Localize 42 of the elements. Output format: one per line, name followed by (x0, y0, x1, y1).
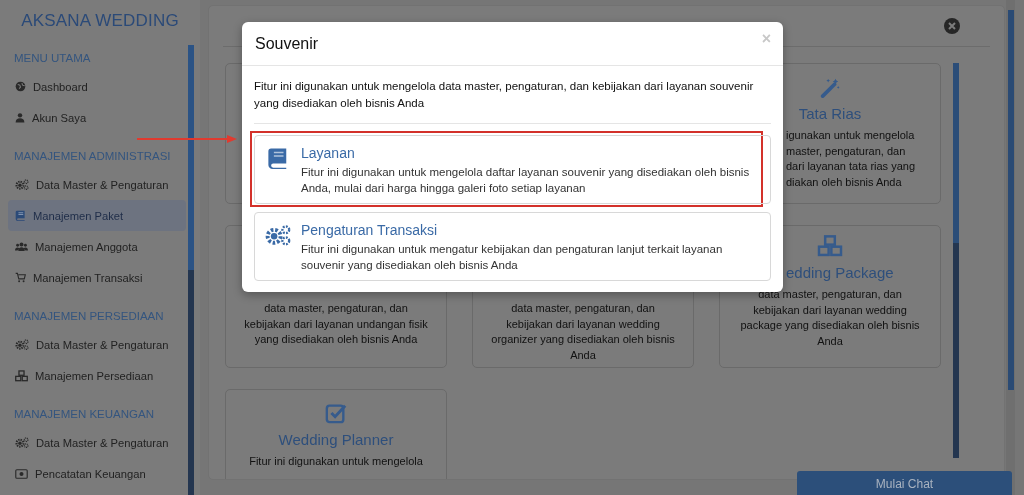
card-description: kebijakan dari layanan wedding (505, 316, 661, 332)
card-description: data master, pengaturan, dan (263, 301, 409, 316)
card-title: Tata Rias (797, 105, 863, 122)
card-description: Anda (816, 333, 844, 349)
feature-card[interactable]: Wedding Planner Fitur ini digunakan untuk mengelola (225, 389, 447, 479)
sidebar-item[interactable]: Data Master & Pengaturan (8, 427, 186, 458)
card-description: Anda (569, 347, 597, 363)
sidebar-item[interactable]: Data Master & Pengaturan (8, 329, 186, 360)
sidebar-item[interactable]: Data Master & Pengaturan (8, 169, 186, 200)
card-description: kebijakan dari layanan undangan fisik (243, 316, 429, 332)
modal-title: Souvenir (255, 34, 319, 53)
brand-title: AKSANA WEDDING (21, 11, 179, 30)
modal-description: Fitur ini digunakan untuk mengelola data master, pengaturan, dan kebijakan dari layanan souvenir yang disediakan oleh bisnis Anda (254, 78, 771, 124)
sidebar-item[interactable]: Pencatatan Keuangan (8, 458, 186, 489)
card-description: master, pengaturan, dan (786, 143, 906, 159)
card-description: data master, pengaturan, dan (510, 301, 656, 316)
sidebar-item[interactable]: Manajemen Persediaan (8, 360, 186, 391)
card-description: yang disediakan oleh bisnis Anda (253, 332, 419, 347)
option-title: Pengaturan Transaksi (301, 222, 439, 238)
option-card[interactable]: Layanan Fitur ini digunakan untuk mengelola daftar layanan souvenir yang disediakan oleh bisnis Anda, mulai dari harga hingga galeri foto setiap layanan (254, 135, 771, 204)
card-description: kebijakan dari layanan wedding (752, 302, 908, 318)
sidebar-item[interactable]: Manajemen Anggota (8, 231, 186, 262)
card-description: Fitur ini digunakan untuk mengelola (248, 454, 424, 469)
section-heading: MANAJEMEN ADMINISTRASI (14, 150, 171, 162)
card-description: dari layanan tata rias yang (786, 159, 916, 174)
sidebar-item[interactable]: Dashboard (8, 71, 186, 102)
section-heading: MANAJEMEN PERSEDIAAN (14, 310, 164, 322)
chat-button[interactable]: Mulai Chat (797, 471, 1012, 495)
section-heading: MENU UTAMA (14, 52, 91, 64)
option-title: Layanan (301, 145, 356, 161)
card-title: Wedding Planner (277, 431, 395, 448)
card-description: package yang disediakan oleh bisnis (739, 318, 921, 333)
sidebar-item[interactable]: Manajemen Paket (8, 200, 186, 231)
card-description: diakan oleh bisnis Anda (786, 174, 902, 190)
card-title: edding Package (786, 264, 894, 281)
sidebar-item[interactable]: Manajemen Transaksi (8, 262, 186, 293)
option-card[interactable]: Pengaturan Transaksi Fitur ini digunakan untuk mengatur kebijakan dan pengaturan lanjut terkait layanan souvenir yang disediakan oleh bisnis Anda (254, 212, 771, 281)
card-description: igunakan untuk mengelola (786, 128, 915, 143)
card-description: data master, pengaturan, dan (757, 287, 903, 302)
sidebar-item[interactable]: Akun Saya (8, 102, 186, 133)
section-heading: MANAJEMEN KEUANGAN (14, 408, 154, 420)
card-description: organizer yang disediakan oleh bisnis (490, 332, 676, 347)
